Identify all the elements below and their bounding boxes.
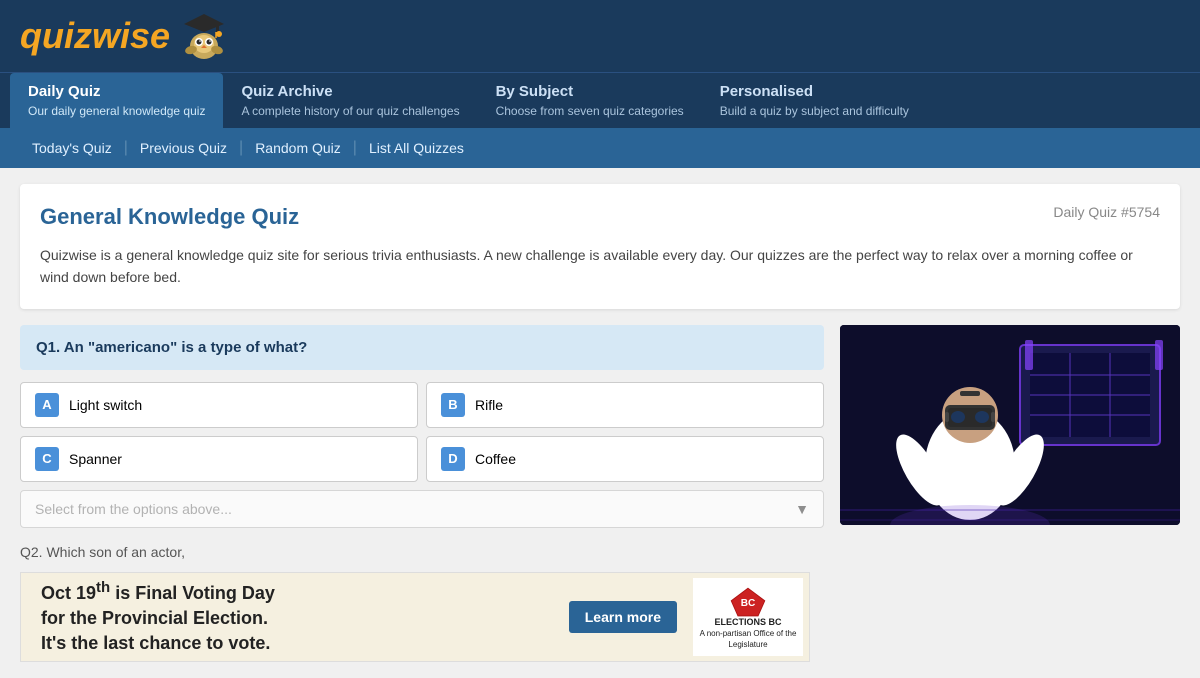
quiz-description: Quizwise is a general knowledge quiz sit… [40, 244, 1160, 289]
question-2-preview: Q2. Which son of an actor, [20, 540, 824, 564]
answer-select[interactable]: Select from the options above... ▼ [20, 490, 824, 528]
sub-nav-list[interactable]: List All Quizzes [357, 128, 476, 168]
elections-logo: BC ELECTIONS BC A non-partisan Office of… [693, 578, 803, 656]
option-b-letter: B [441, 393, 465, 417]
tab-subject[interactable]: By Subject Choose from seven quiz catego… [478, 73, 702, 128]
option-a[interactable]: A Light switch [20, 382, 418, 428]
sub-nav: Today's Quiz | Previous Quiz | Random Qu… [0, 128, 1200, 168]
option-d-letter: D [441, 447, 465, 471]
sub-nav-random[interactable]: Random Quiz [243, 128, 353, 168]
vr-image [840, 325, 1180, 525]
elections-bc-text: ELECTIONS BC A non-partisan Office of th… [699, 617, 797, 649]
tab-archive[interactable]: Quiz Archive A complete history of our q… [223, 73, 477, 128]
option-c-letter: C [35, 447, 59, 471]
sub-nav-today[interactable]: Today's Quiz [20, 128, 124, 168]
banner-title: Oct 19th is Final Voting Day for the Pro… [41, 577, 539, 657]
svg-text:BC: BC [741, 598, 756, 609]
option-a-letter: A [35, 393, 59, 417]
quiz-title: General Knowledge Quiz [40, 204, 299, 230]
select-placeholder: Select from the options above... [35, 501, 232, 517]
quiz-description-card: General Knowledge Quiz Daily Quiz #5754 … [20, 184, 1180, 309]
option-d[interactable]: D Coffee [426, 436, 824, 482]
banner-text: Oct 19th is Final Voting Day for the Pro… [21, 567, 559, 667]
quiz-number: Daily Quiz #5754 [1053, 204, 1160, 220]
quiz-image [840, 325, 1180, 525]
option-a-text: Light switch [69, 397, 142, 413]
quiz-header: General Knowledge Quiz Daily Quiz #5754 [40, 204, 1160, 230]
vr-scene [840, 325, 1180, 525]
quiz-left-panel: Q1. An "americano" is a type of what? A … [20, 325, 824, 564]
question-1: Q1. An "americano" is a type of what? [20, 325, 824, 370]
option-b[interactable]: B Rifle [426, 382, 824, 428]
option-c[interactable]: C Spanner [20, 436, 418, 482]
sub-nav-previous[interactable]: Previous Quiz [128, 128, 239, 168]
owl-icon [178, 10, 230, 62]
header: quizwise [0, 0, 1200, 72]
tab-personalised[interactable]: Personalised Build a quiz by subject and… [702, 73, 927, 128]
tab-daily[interactable]: Daily Quiz Our daily general knowledge q… [10, 73, 223, 128]
option-b-text: Rifle [475, 397, 503, 413]
main-content: General Knowledge Quiz Daily Quiz #5754 … [0, 168, 1200, 678]
nav-tabs: Daily Quiz Our daily general knowledge q… [0, 72, 1200, 128]
elections-bc-emblem: BC [718, 584, 778, 618]
options-grid: A Light switch B Rifle C Spanner D Coffe… [20, 382, 824, 482]
banner-ad: Oct 19th is Final Voting Day for the Pro… [20, 572, 810, 662]
banner-container: Oct 19th is Final Voting Day for the Pro… [20, 572, 1180, 662]
quiz-area: Q1. An "americano" is a type of what? A … [20, 325, 1180, 564]
option-c-text: Spanner [69, 451, 122, 467]
logo[interactable]: quizwise [20, 15, 170, 57]
learn-more-button[interactable]: Learn more [569, 601, 677, 633]
option-d-text: Coffee [475, 451, 516, 467]
